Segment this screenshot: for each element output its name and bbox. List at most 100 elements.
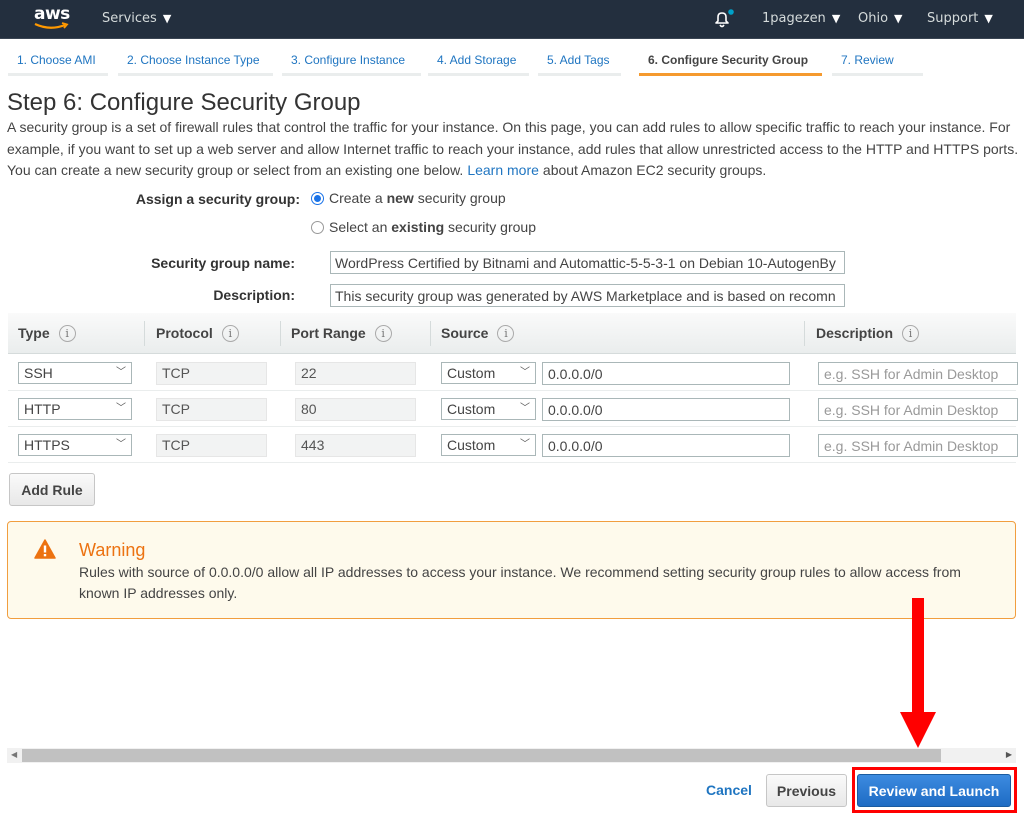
column-header-protocol: Protocol i [156, 313, 239, 354]
source-type-value: Custom [447, 365, 496, 381]
type-value: SSH [24, 365, 53, 381]
protocol-field: TCP [156, 362, 267, 385]
column-divider [144, 321, 145, 346]
tab-configure-security-group[interactable]: 6. Configure Security Group [639, 44, 822, 76]
radio-label-bold: existing [391, 219, 445, 235]
radio-label: Select an existing security group [329, 219, 536, 235]
aws-smile-icon [34, 22, 69, 29]
support-label: Support [927, 11, 979, 26]
port-range-field: 22 [295, 362, 416, 385]
info-icon[interactable]: i [497, 325, 515, 342]
scroll-left-arrow-icon[interactable]: ◀ [11, 750, 17, 759]
support-menu[interactable]: Support ▼ [927, 10, 993, 28]
services-menu[interactable]: Services ▼ [102, 10, 171, 28]
tab-add-tags[interactable]: 5. Add Tags [538, 44, 621, 76]
security-group-name-label: Security group name: [151, 255, 295, 271]
tab-choose-ami[interactable]: 1. Choose AMI [8, 44, 108, 76]
aws-logo[interactable]: aws [34, 5, 70, 33]
header-label: Type [18, 325, 50, 341]
review-and-launch-button[interactable]: Review and Launch [857, 774, 1011, 807]
column-divider [804, 321, 805, 346]
info-icon[interactable]: i [58, 325, 76, 342]
protocol-field: TCP [156, 398, 267, 421]
rule-description-input[interactable] [818, 398, 1018, 421]
scrollbar-thumb[interactable] [22, 749, 941, 762]
type-select[interactable]: SSH ﹀ [18, 362, 132, 384]
column-header-description: Description i [816, 313, 920, 354]
top-navigation-bar: aws Services ▼ 1pagezen ▼ Ohio ▼ Support ▼ [0, 0, 1024, 39]
intro-paragraph: A security group is a set of firewall ru… [7, 117, 1021, 182]
protocol-field: TCP [156, 434, 267, 457]
column-header-type: Type i [18, 313, 76, 354]
add-rule-button[interactable]: Add Rule [9, 473, 95, 506]
source-cidr-input[interactable] [542, 362, 790, 385]
assign-security-group-label: Assign a security group: [135, 191, 300, 207]
port-range-field: 80 [295, 398, 416, 421]
header-label: Description [816, 325, 894, 341]
intro-suffix: about Amazon EC2 security groups. [542, 162, 767, 178]
type-select[interactable]: HTTPS ﹀ [18, 434, 132, 456]
source-cidr-input[interactable] [542, 398, 790, 421]
region-label: Ohio [858, 11, 889, 26]
table-row: HTTPS ﹀ TCP 443 Custom ﹀ [8, 427, 1018, 463]
annotation-arrow-icon [900, 598, 936, 748]
header-label: Source [441, 325, 489, 341]
source-cidr-input[interactable] [542, 434, 790, 457]
table-row: SSH ﹀ TCP 22 Custom ﹀ [8, 355, 1018, 391]
page-title: Step 6: Configure Security Group [7, 89, 361, 116]
info-icon[interactable]: i [221, 325, 239, 342]
chevron-down-icon: ﹀ [520, 367, 530, 378]
learn-more-link[interactable]: Learn more [467, 162, 539, 178]
header-label: Protocol [156, 325, 213, 341]
radio-label-suffix: security group [444, 219, 536, 235]
previous-button[interactable]: Previous [766, 774, 847, 807]
radio-select-existing-security-group[interactable]: Select an existing security group [311, 219, 536, 235]
warning-message: Rules with source of 0.0.0.0/0 allow all… [79, 564, 961, 601]
warning-alert: Warning Rules with source of 0.0.0.0/0 a… [7, 521, 1016, 619]
column-header-port-range: Port Range i [291, 313, 392, 354]
aws-logo-text: aws [34, 4, 70, 24]
notifications-button[interactable] [712, 9, 734, 29]
radio-label-suffix: security group [413, 190, 506, 206]
column-header-source: Source i [441, 313, 515, 354]
tab-review[interactable]: 7. Review [832, 44, 923, 76]
rules-table-header: Type i Protocol i Port Range i Source i Desc… [8, 313, 1016, 354]
type-value: HTTP [24, 401, 61, 417]
type-select[interactable]: HTTP ﹀ [18, 398, 132, 420]
tab-choose-instance-type[interactable]: 2. Choose Instance Type [118, 44, 273, 76]
chevron-down-icon: ﹀ [520, 403, 530, 414]
header-label: Port Range [291, 325, 366, 341]
port-range-field: 443 [295, 434, 416, 457]
info-icon[interactable]: i [902, 325, 920, 342]
source-type-value: Custom [447, 437, 496, 453]
radio-button-unchecked[interactable] [311, 220, 324, 234]
table-row: HTTP ﹀ TCP 80 Custom ﹀ [8, 391, 1018, 427]
radio-label-bold: new [386, 190, 414, 206]
chevron-down-icon: ﹀ [116, 439, 126, 450]
caret-down-icon: ▼ [162, 12, 172, 25]
account-menu[interactable]: 1pagezen ▼ [762, 10, 840, 28]
chevron-down-icon: ﹀ [520, 439, 530, 450]
rule-description-input[interactable] [818, 362, 1018, 385]
security-group-name-input[interactable] [330, 251, 845, 274]
cancel-button[interactable]: Cancel [700, 774, 758, 807]
services-label: Services [102, 11, 157, 26]
scroll-right-arrow-icon[interactable]: ▶ [1006, 750, 1012, 759]
source-type-select[interactable]: Custom ﹀ [441, 398, 536, 420]
rule-description-input[interactable] [818, 434, 1018, 457]
notification-dot [728, 9, 734, 15]
tab-configure-instance[interactable]: 3. Configure Instance [282, 44, 421, 76]
account-label: 1pagezen [762, 11, 826, 26]
source-type-select[interactable]: Custom ﹀ [441, 362, 536, 384]
horizontal-scrollbar[interactable]: ◀ ▶ [7, 748, 1016, 763]
radio-create-new-security-group[interactable]: Create a new security group [311, 190, 506, 206]
type-value: HTTPS [24, 437, 70, 453]
radio-button-checked[interactable] [311, 191, 324, 205]
tab-add-storage[interactable]: 4. Add Storage [428, 44, 529, 76]
info-icon[interactable]: i [374, 325, 392, 342]
region-menu[interactable]: Ohio ▼ [858, 10, 903, 28]
security-group-description-input[interactable] [330, 284, 845, 307]
column-divider [280, 321, 281, 346]
warning-triangle-icon [34, 539, 56, 559]
source-type-select[interactable]: Custom ﹀ [441, 434, 536, 456]
